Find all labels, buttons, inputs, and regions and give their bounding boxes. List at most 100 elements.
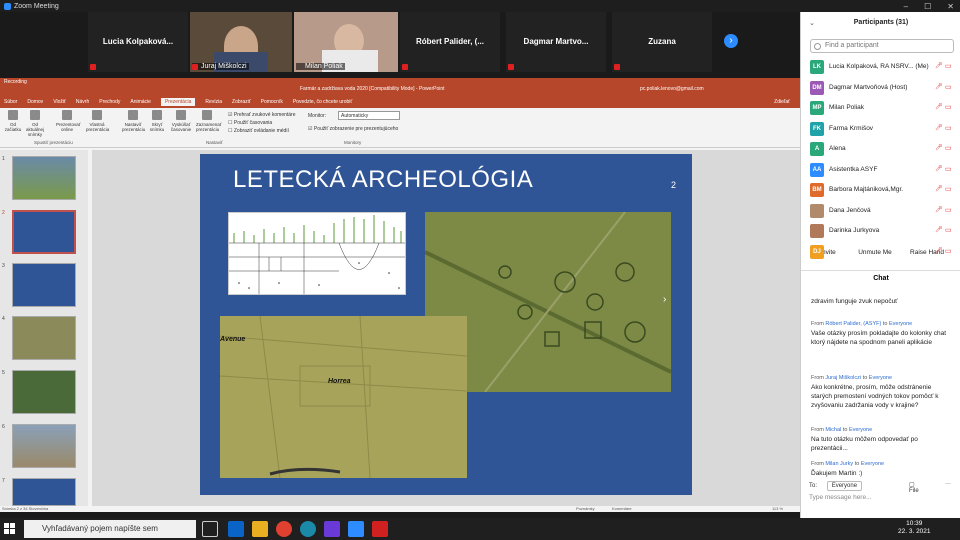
participant-row[interactable]: Dana Jenčová 🎤︎ ▭ xyxy=(801,201,960,221)
monitor-select[interactable]: Automaticky xyxy=(338,111,400,120)
maximize-icon[interactable]: ☐ xyxy=(924,2,931,11)
thumb-number: 3 xyxy=(2,263,5,269)
slide-thumbnail-active[interactable] xyxy=(12,210,76,254)
chat-sender: From Milan Jurky to Everyone xyxy=(811,461,885,467)
avatar: AA xyxy=(810,162,824,177)
taskbar: Vyhľadávaný pojem napíšte sem 10:39 22. … xyxy=(0,518,960,540)
thumb-number: 5 xyxy=(2,370,5,376)
rehearse-button[interactable]: Vyskúšať časovanie xyxy=(170,110,192,132)
setup-show-button[interactable]: Nastaviť prezentáciu xyxy=(122,110,145,132)
slide-thumbnail[interactable] xyxy=(12,156,76,200)
video-tile[interactable]: Róbert Palider, (... xyxy=(400,12,500,72)
file-explorer-icon[interactable] xyxy=(252,521,268,537)
next-page-button[interactable]: › xyxy=(724,34,738,48)
video-tile[interactable]: Dagmar Martvo... xyxy=(506,12,606,72)
participant-row[interactable]: DM Dagmar Martvoňová (Host) 🎤︎ ▭ xyxy=(801,78,960,98)
tab-review[interactable]: Revízia xyxy=(205,99,222,105)
app-icon[interactable] xyxy=(324,521,340,537)
tab-file[interactable]: Súbor xyxy=(4,99,17,105)
chrome-icon[interactable] xyxy=(276,521,292,537)
participant-row[interactable]: Darinka Jurkyova 🎤︎ ▭ xyxy=(801,221,960,241)
close-icon[interactable]: ✕ xyxy=(947,2,954,11)
record-icon xyxy=(202,110,212,120)
checkbox-timings[interactable]: ☐ Použiť časovania xyxy=(228,120,272,126)
thumb-number: 2 xyxy=(2,210,5,216)
mic-muted-icon: 🎤︎ xyxy=(935,124,943,131)
hide-slide-icon xyxy=(152,110,162,120)
participant-row[interactable]: DJ 🎤︎ ▭ xyxy=(801,242,960,262)
avatar: MP xyxy=(810,101,824,115)
muted-icon xyxy=(90,64,96,70)
camera-off-icon: ▭ xyxy=(945,63,952,70)
tab-help[interactable]: Pomocník xyxy=(261,99,283,105)
chat-message-input[interactable]: Type message here... xyxy=(809,494,872,501)
tab-home[interactable]: Domov xyxy=(27,99,43,105)
slide-thumbnail[interactable] xyxy=(12,316,76,360)
slide-next-arrow-icon[interactable]: › xyxy=(663,294,666,305)
participant-row[interactable]: A Alena 🎤︎ ▭ xyxy=(801,139,960,159)
file-button[interactable]: ▢ File xyxy=(909,481,919,494)
slideshow-icon xyxy=(8,110,18,120)
participant-row[interactable]: FK Farma Krmišov 🎤︎ ▭ xyxy=(801,119,960,139)
collapse-chevron-icon[interactable]: ⌄ xyxy=(809,19,815,27)
tab-animations[interactable]: Animácie xyxy=(130,99,151,105)
participant-row[interactable]: BM Barbora Majtániková,Mgr. 🎤︎ ▭ xyxy=(801,180,960,200)
share-button[interactable]: Zdieľať xyxy=(774,99,790,105)
notes-button[interactable]: Poznámky xyxy=(576,506,595,511)
participant-name: Dagmar Martvo... xyxy=(523,37,589,46)
tab-view[interactable]: Zobraziť xyxy=(232,99,251,105)
checkbox-media-controls[interactable]: ☐ Zobraziť ovládanie médií xyxy=(228,128,289,134)
ppt-user-account[interactable]: pc.poliak.lenovo@gmail.com xyxy=(640,86,704,92)
mic-muted-icon: 🎤︎ xyxy=(935,247,943,254)
custom-show-button[interactable]: Vlastná prezentácia xyxy=(86,110,109,132)
checkbox-presenter-view[interactable]: ☑ Použiť zobrazenie pre prezentujúceho xyxy=(308,126,398,132)
slide-number: 2 xyxy=(670,180,676,190)
hide-slide-button[interactable]: Skryť snímku xyxy=(146,110,168,132)
windows-start-icon[interactable] xyxy=(4,523,16,535)
present-online-button[interactable]: Prezentovať online xyxy=(56,110,80,132)
system-clock[interactable]: 10:39 22. 3. 2021 xyxy=(898,520,931,536)
participant-name: Barbora Majtániková,Mgr. xyxy=(829,186,904,193)
video-tile[interactable]: Juraj Miškolczi xyxy=(190,12,292,72)
participant-row[interactable]: LK Lucia Kolpaková, RA NSRV... (Me) 🎤︎ ▭ xyxy=(801,57,960,77)
chat-text: Ako konkrétne, prosím, môže odstránenie … xyxy=(811,384,939,409)
from-current-button[interactable]: Od aktuálnej snímky xyxy=(24,110,46,137)
video-tile[interactable]: Lucia Kolpaková... xyxy=(88,12,188,72)
slide-thumbnail[interactable] xyxy=(12,478,76,506)
outlook-icon[interactable] xyxy=(228,521,244,537)
video-tile[interactable]: Zuzana xyxy=(612,12,712,72)
checkbox-narrations[interactable]: ☑ Prehrať zvukové komentáre xyxy=(228,112,296,118)
comments-button[interactable]: Komentáre xyxy=(612,506,632,511)
taskbar-search-input[interactable]: Vyhľadávaný pojem napíšte sem xyxy=(24,520,196,538)
tab-design[interactable]: Návrh xyxy=(76,99,89,105)
recipient-dropdown[interactable]: Everyone xyxy=(826,481,863,491)
mic-muted-icon: 🎤︎ xyxy=(935,63,943,69)
zoom-level[interactable]: 113 % xyxy=(772,506,783,511)
search-icon xyxy=(814,43,821,50)
label-avenue: Avenue xyxy=(220,336,246,343)
tab-transitions[interactable]: Prechody xyxy=(99,99,120,105)
acrobat-icon[interactable] xyxy=(372,521,388,537)
participant-search-input[interactable]: Find a participant xyxy=(810,39,954,53)
participant-name: Milan Poliak xyxy=(296,63,345,70)
edge-icon[interactable] xyxy=(300,521,316,537)
chat-sender: From Juraj Miškolczi to Everyone xyxy=(811,375,893,381)
record-show-button[interactable]: Zaznamenať prezentáciu xyxy=(196,110,221,132)
zoom-app-icon[interactable] xyxy=(348,521,364,537)
participant-row[interactable]: AA Asistentka ASYF 🎤︎ ▭ xyxy=(801,160,960,180)
task-view-icon[interactable] xyxy=(202,521,218,537)
slide-thumbnail[interactable] xyxy=(12,370,76,414)
avatar xyxy=(810,203,824,218)
tab-slideshow[interactable]: Prezentácia xyxy=(160,98,196,106)
custom-show-icon xyxy=(92,110,102,120)
from-beginning-button[interactable]: Od začiatku xyxy=(2,110,24,132)
participant-row[interactable]: MP Milan Poliak 🎤︎ ▭ xyxy=(801,98,960,118)
participant-name: Lucia Kolpaková... xyxy=(102,37,174,46)
slide-thumbnail[interactable] xyxy=(12,424,76,468)
slide-thumbnail[interactable] xyxy=(12,263,76,307)
more-options-icon[interactable]: ··· xyxy=(945,481,951,487)
tab-insert[interactable]: Vložiť xyxy=(53,99,66,105)
video-tile[interactable]: Milan Poliak xyxy=(294,12,398,72)
minimize-icon[interactable]: – xyxy=(904,2,908,11)
tell-me-box[interactable]: Povedzte, čo chcete urobiť xyxy=(293,99,352,105)
